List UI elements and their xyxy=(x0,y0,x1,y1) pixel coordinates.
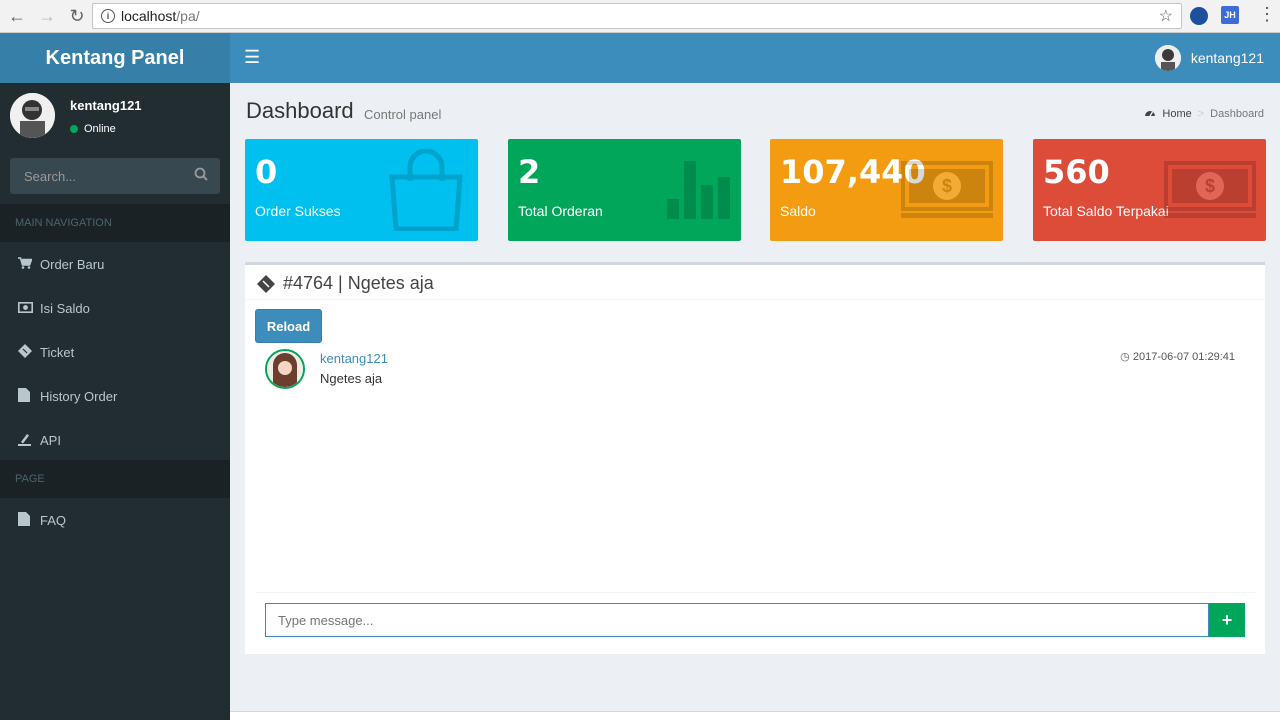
sidebar-item-ticket[interactable]: Ticket xyxy=(0,330,230,374)
url-text: localhost/pa/ xyxy=(121,8,200,24)
stat-value: 0 xyxy=(255,153,278,191)
search-icon[interactable] xyxy=(194,167,208,184)
top-username: kentang121 xyxy=(1190,50,1264,66)
cart-icon xyxy=(18,256,40,272)
svg-text:$: $ xyxy=(942,176,952,196)
page-footer xyxy=(230,711,1280,720)
breadcrumb: Home > Dashboard xyxy=(1144,107,1264,120)
stat-label: Total Saldo Terpakai xyxy=(1043,203,1169,219)
stat-box-total-orderan: 2 Total Orderan xyxy=(508,139,741,241)
ticket-panel: #4764 | Ngetes aja Reload kentang121 Nge… xyxy=(245,262,1265,654)
sidebar-item-order-baru[interactable]: Order Baru xyxy=(0,242,230,286)
message-username[interactable]: kentang121 xyxy=(320,351,388,366)
forward-icon[interactable]: → xyxy=(34,3,60,29)
sidebar: kentang121 Online Search... MAIN NAVIGAT… xyxy=(0,83,230,720)
page-title: Dashboard xyxy=(246,98,354,123)
stat-label: Saldo xyxy=(780,203,816,219)
stat-value: 560 xyxy=(1043,153,1110,191)
bar-chart-icon xyxy=(667,161,731,222)
api-icon xyxy=(18,432,40,449)
sidebar-item-history-order[interactable]: History Order xyxy=(0,374,230,418)
ticket-title: #4764 | Ngetes aja xyxy=(257,273,434,294)
search-input[interactable]: Search... xyxy=(10,158,220,194)
sidebar-item-isi-saldo[interactable]: Isi Saldo xyxy=(0,286,230,330)
back-icon[interactable]: ← xyxy=(4,3,30,29)
info-icon: i xyxy=(101,9,115,23)
message-timestamp: ◷ 2017-06-07 01:29:41 xyxy=(1120,351,1235,363)
extension-jh-icon[interactable]: JH xyxy=(1221,6,1239,24)
avatar xyxy=(1154,45,1181,71)
message-input[interactable] xyxy=(265,603,1209,637)
message-text: Ngetes aja xyxy=(320,371,383,386)
breadcrumb-current: Dashboard xyxy=(1210,107,1264,120)
sidebar-item-api[interactable]: API xyxy=(0,418,230,462)
logo[interactable]: Kentang Panel xyxy=(0,33,230,83)
address-bar[interactable]: i localhost/pa/ ☆ xyxy=(92,3,1182,29)
stat-value: 2 xyxy=(518,153,541,191)
stat-box-total-saldo-terpakai: 560 Total Saldo Terpakai $ xyxy=(1033,139,1266,241)
svg-text:$: $ xyxy=(1205,176,1215,196)
bookmark-star-icon[interactable]: ☆ xyxy=(1159,6,1173,26)
clock-icon: ◷ xyxy=(1120,351,1130,363)
stat-label: Total Orderan xyxy=(518,203,603,219)
sidebar-item-faq[interactable]: FAQ xyxy=(0,498,230,542)
breadcrumb-home[interactable]: Home xyxy=(1162,108,1191,120)
browser-menu-icon[interactable]: ⋮ xyxy=(1258,4,1276,25)
shopping-bag-icon xyxy=(386,148,466,234)
stat-box-saldo: 107,440 Saldo $ xyxy=(770,139,1003,241)
reload-button[interactable]: Reload xyxy=(255,309,322,343)
page-subtitle: Control panel xyxy=(364,107,442,122)
divider xyxy=(245,299,1265,300)
send-button[interactable]: + xyxy=(1209,603,1245,637)
status-badge: Online xyxy=(70,123,116,135)
money-icon: $ xyxy=(1164,161,1256,222)
page-header: PAGE xyxy=(0,460,230,498)
hamburger-menu-icon[interactable]: ☰ xyxy=(244,47,260,68)
user-panel: kentang121 Online xyxy=(0,83,230,151)
user-menu[interactable]: kentang121 xyxy=(1154,45,1264,71)
avatar xyxy=(265,349,305,389)
divider xyxy=(255,592,1255,593)
file-icon xyxy=(18,387,40,405)
money-icon: $ xyxy=(901,161,993,222)
ticket-icon xyxy=(257,274,275,293)
extension-icon[interactable] xyxy=(1190,7,1208,25)
money-icon xyxy=(18,301,40,316)
ticket-icon xyxy=(18,343,40,361)
reload-icon[interactable]: ↻ xyxy=(64,3,90,29)
online-dot-icon xyxy=(70,125,78,133)
stat-box-order-sukses: 0 Order Sukses xyxy=(245,139,478,241)
top-navbar: ☰ kentang121 xyxy=(230,33,1280,83)
dashboard-icon xyxy=(1144,107,1156,120)
file-icon xyxy=(18,511,40,529)
stat-label: Order Sukses xyxy=(255,203,341,219)
main-navigation-header: MAIN NAVIGATION xyxy=(0,204,230,242)
sidebar-username: kentang121 xyxy=(70,98,142,113)
avatar xyxy=(10,93,55,138)
